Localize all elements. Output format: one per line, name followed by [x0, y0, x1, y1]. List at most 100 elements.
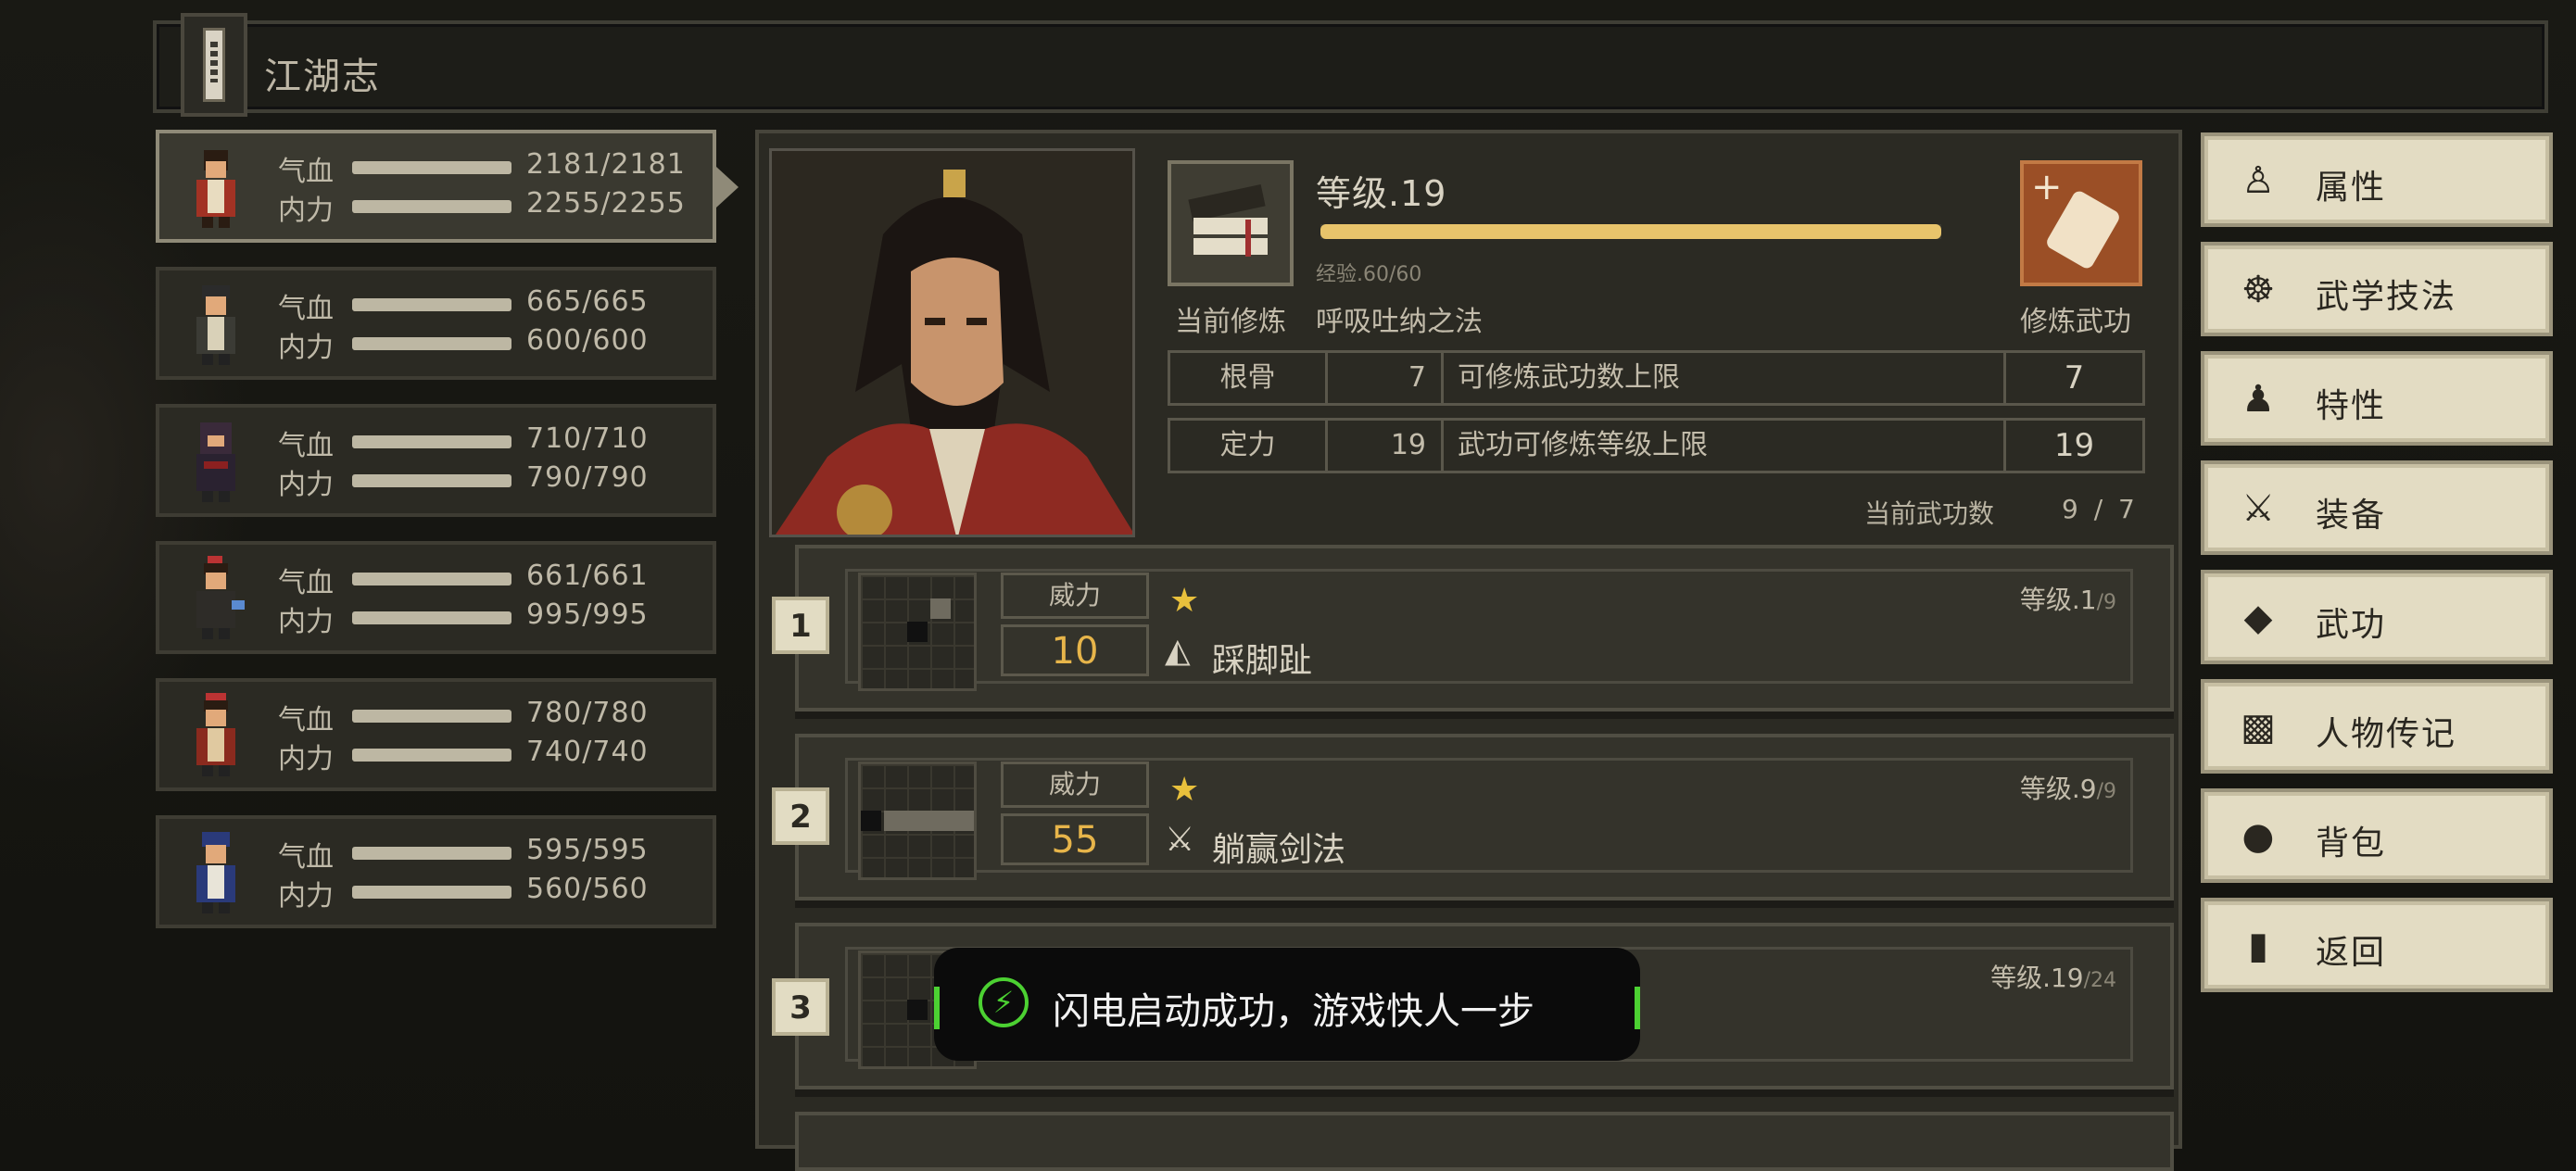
skill-name: 躺赢剑法 [1212, 831, 1346, 869]
mp-value: 600/600 [526, 324, 649, 357]
skill-name: 踩脚趾 [1212, 642, 1313, 680]
exp-bar [1320, 224, 1941, 239]
slot-number-1: 1 [772, 597, 829, 654]
mp-bar [352, 611, 511, 624]
hp-value: 2181/2181 [526, 148, 686, 181]
train-skill-icon: + [2031, 166, 2119, 269]
menu-techniques-button[interactable]: ☸ 武学技法 [2201, 242, 2553, 336]
companion-avatar-icon [196, 422, 235, 502]
current-practice-skill: 呼吸吐纳之法 [1316, 306, 1483, 338]
sword-icon: ⚔ [1165, 821, 1195, 859]
sword-icon: ⚔ [2241, 487, 2275, 530]
hp-label: 气血 [278, 430, 334, 462]
attribute-cap: 7 [2003, 353, 2142, 403]
menu-traits-button[interactable]: ♟ 特性 [2201, 351, 2553, 446]
party-member-4[interactable]: 气血 661/661 内力 995/995 [156, 541, 716, 654]
attribute-desc: 武功可修炼等级上限 [1458, 429, 1708, 461]
companion-avatar-icon [196, 285, 235, 365]
skill-grid-icon [858, 573, 977, 691]
mp-bar [352, 337, 511, 350]
menu-return-button[interactable]: ▮ 返回 [2201, 898, 2553, 992]
skill-grid-icon [858, 762, 977, 880]
window-title: 江湖志 [264, 56, 381, 98]
menu-bag-button[interactable]: ● 背包 [2201, 788, 2553, 883]
hp-label: 气血 [278, 704, 334, 737]
companion-avatar-icon [196, 556, 245, 639]
hp-bar [352, 710, 511, 723]
mp-bar [352, 749, 511, 762]
character-portrait [769, 148, 1135, 537]
star-icon: ★ [1169, 582, 1200, 620]
companion-avatar-icon [196, 693, 235, 776]
mp-label: 内力 [278, 880, 334, 913]
person-icon: ♙ [2241, 159, 2275, 202]
skill-count-label: 当前武功数 [1864, 498, 1995, 529]
mp-bar [352, 474, 511, 487]
practice-book-icon[interactable] [1168, 160, 1294, 286]
mp-value: 790/790 [526, 461, 649, 494]
train-skill-label: 修炼武功 [2020, 306, 2131, 338]
skill-level: 等级.1/9 [2019, 585, 2116, 615]
title-bar [153, 20, 2548, 113]
hero-portrait-image [772, 151, 1132, 535]
hp-value: 665/665 [526, 285, 649, 318]
lightning-icon: ⚡ [979, 977, 1029, 1027]
hp-value: 710/710 [526, 422, 649, 455]
party-member-6[interactable]: 气血 595/595 内力 560/560 [156, 815, 716, 928]
hp-value: 661/661 [526, 560, 649, 592]
menu-martial-arts-button[interactable]: ◆ 武功 [2201, 570, 2553, 664]
exp-text: 经验.60/60 [1316, 263, 1422, 286]
character-level: 等级.19 [1316, 173, 1447, 214]
star-icon: ★ [1169, 771, 1200, 809]
skill-slot-4[interactable] [795, 1112, 2174, 1171]
mp-value: 560/560 [526, 873, 649, 905]
door-icon: ▮ [2247, 925, 2268, 967]
slot-number-2: 2 [772, 787, 829, 845]
skill-level: 等级.19/24 [1990, 963, 2116, 993]
skill-level: 等级.9/9 [2019, 774, 2116, 804]
companion-avatar-icon [196, 832, 235, 913]
attribute-row-focus: 定力 19 武功可修炼等级上限 19 [1168, 418, 2145, 473]
hp-label: 气血 [278, 841, 334, 874]
party-member-5[interactable]: 气血 780/780 内力 740/740 [156, 678, 716, 791]
party-member-2[interactable]: 气血 665/665 内力 600/600 [156, 267, 716, 380]
hp-bar [352, 435, 511, 448]
hp-label: 气血 [278, 293, 334, 325]
party-member-1[interactable]: 气血 2181/2181 内力 2255/2255 [156, 130, 739, 243]
meditate-icon: ☸ [2241, 269, 2275, 311]
journal-book-icon [181, 13, 247, 117]
book-icon: ▩ [2241, 706, 2276, 749]
menu-equipment-button[interactable]: ⚔ 装备 [2201, 460, 2553, 555]
power-label: 威力 [1001, 762, 1149, 808]
mp-bar [352, 200, 511, 213]
attribute-desc: 可修炼武功数上限 [1458, 361, 1680, 394]
attribute-name: 定力 [1170, 421, 1328, 471]
train-skill-button[interactable]: + [2020, 160, 2142, 286]
mp-value: 995/995 [526, 598, 649, 631]
skill-slot-1[interactable]: 威力 10 ★ ◭ 踩脚趾 等级.1/9 [795, 545, 2174, 711]
hero-avatar-icon [196, 150, 235, 228]
hp-bar [352, 298, 511, 311]
attribute-row-bone: 根骨 7 可修炼武功数上限 7 [1168, 350, 2145, 406]
toast-text: 闪电启动成功，游戏快人一步 [1053, 990, 1534, 1033]
bag-icon: ● [2241, 815, 2275, 858]
hp-bar [352, 847, 511, 860]
mp-label: 内力 [278, 469, 334, 501]
mp-label: 内力 [278, 606, 334, 638]
power-label: 威力 [1001, 573, 1149, 619]
mp-bar [352, 886, 511, 899]
mp-label: 内力 [278, 743, 334, 775]
toast-notification: ⚡ 闪电启动成功，游戏快人一步 [934, 948, 1640, 1061]
power-value: 10 [1001, 624, 1149, 676]
skill-count-value: 9 / 7 [2062, 494, 2139, 524]
current-practice-label: 当前修炼 [1175, 306, 1286, 338]
hp-bar [352, 573, 511, 586]
menu-attributes-button[interactable]: ♙ 属性 [2201, 132, 2553, 227]
menu-biography-button[interactable]: ▩ 人物传记 [2201, 679, 2553, 774]
slot-number-3: 3 [772, 978, 829, 1036]
skill-slot-2[interactable]: 威力 55 ★ ⚔ 躺赢剑法 等级.9/9 [795, 734, 2174, 900]
power-value: 55 [1001, 813, 1149, 865]
mp-value: 740/740 [526, 736, 649, 768]
attribute-value: 19 [1328, 421, 1444, 471]
party-member-3[interactable]: 气血 710/710 内力 790/790 [156, 404, 716, 517]
